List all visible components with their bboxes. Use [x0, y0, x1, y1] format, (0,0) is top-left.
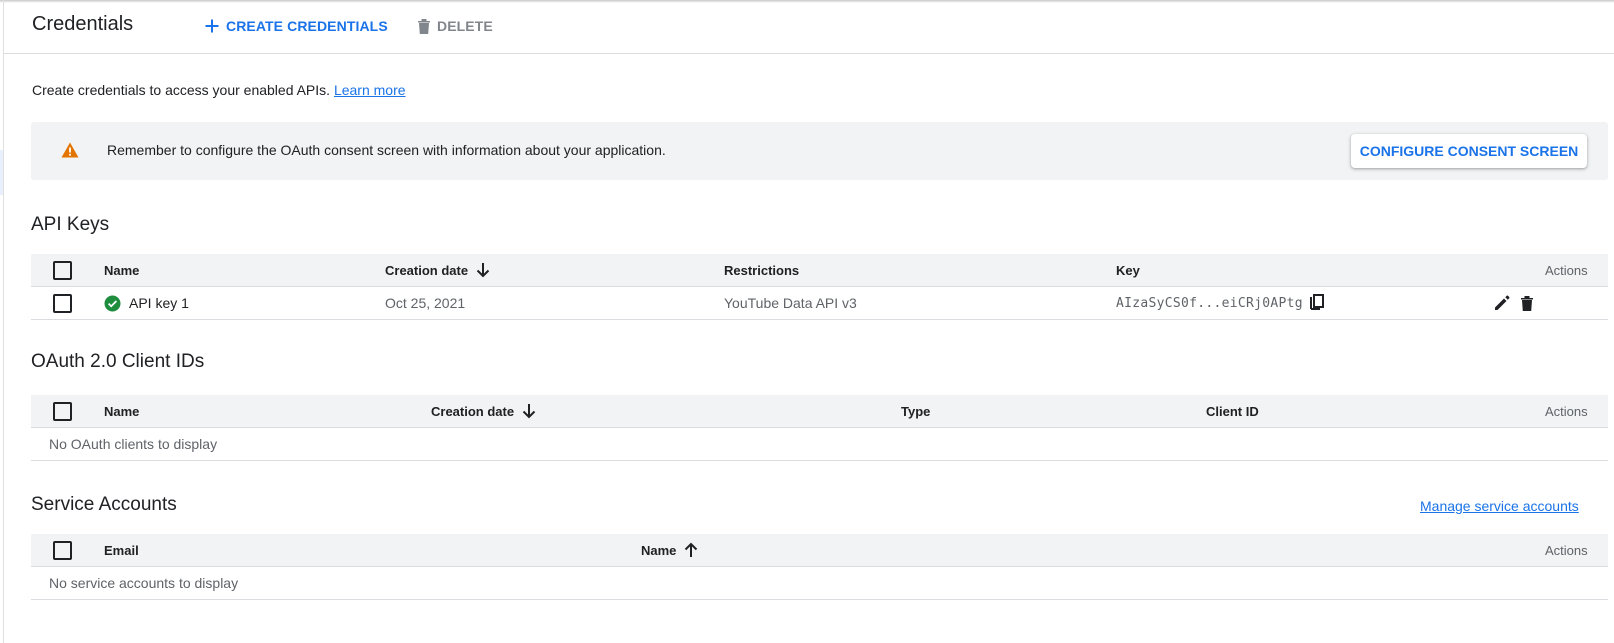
- api-key-actions: [1493, 287, 1534, 319]
- api-key-restrictions: YouTube Data API v3: [724, 295, 857, 311]
- col-name[interactable]: Name: [104, 395, 139, 427]
- service-accounts-header-row: Email Name Actions: [31, 534, 1608, 567]
- check-circle-icon: [104, 295, 121, 311]
- row-checkbox[interactable]: [53, 293, 72, 313]
- manage-service-accounts-link[interactable]: Manage service accounts: [1420, 498, 1579, 514]
- service-select-all-checkbox[interactable]: [53, 540, 72, 560]
- service-accounts-title: Service Accounts: [31, 494, 177, 515]
- trash-icon: [1521, 295, 1533, 311]
- consent-banner: Remember to configure the OAuth consent …: [31, 122, 1608, 180]
- col-key[interactable]: Key: [1116, 254, 1140, 286]
- learn-more-link[interactable]: Learn more: [334, 82, 406, 98]
- left-divider: [3, 0, 4, 643]
- copy-icon: [1309, 294, 1324, 310]
- edit-button[interactable]: [1493, 294, 1511, 312]
- delete-button[interactable]: DELETE: [417, 16, 493, 36]
- col-creation-date-label: Creation date: [385, 262, 469, 278]
- col-creation-date[interactable]: Creation date: [431, 395, 536, 427]
- api-keys-title: API Keys: [31, 214, 110, 235]
- col-name[interactable]: Name: [104, 254, 139, 286]
- oauth-empty-row: No OAuth clients to display: [31, 428, 1608, 461]
- oauth-header-row: Name Creation date Type Client ID Action…: [31, 395, 1608, 428]
- delete-row-button[interactable]: [1520, 295, 1534, 312]
- api-keys-header-row: Name Creation date Restrictions Key Acti…: [31, 254, 1608, 287]
- col-name[interactable]: Name: [641, 534, 698, 566]
- add-icon: [205, 19, 219, 33]
- delete-icon: [418, 18, 430, 34]
- api-key-name-link[interactable]: API key 1: [129, 295, 189, 311]
- oauth-select-all-checkbox[interactable]: [53, 401, 72, 421]
- arrow-down-icon: [476, 263, 490, 278]
- row-select-cell: [53, 287, 72, 319]
- service-accounts-empty-message: No service accounts to display: [49, 575, 239, 591]
- col-creation-date[interactable]: Creation date: [385, 254, 490, 286]
- configure-consent-screen-button[interactable]: CONFIGURE CONSENT SCREEN: [1351, 134, 1587, 168]
- api-key-name-cell: API key 1: [104, 287, 189, 319]
- left-edge-marker: [0, 150, 3, 195]
- page-header: Credentials CREATE CREDENTIALS DELETE: [4, 0, 1614, 54]
- col-restrictions[interactable]: Restrictions: [724, 254, 799, 286]
- create-credentials-button[interactable]: CREATE CREDENTIALS: [204, 16, 388, 36]
- api-key-value: AIzaSyCS0f...eiCRj0APtg: [1116, 295, 1303, 311]
- intro-message: Create credentials to access your enable…: [32, 82, 331, 98]
- api-key-value-cell: AIzaSyCS0f...eiCRj0APtg: [1116, 287, 1325, 319]
- col-actions: Actions: [1545, 542, 1588, 558]
- col-client-id[interactable]: Client ID: [1206, 395, 1259, 427]
- intro-text: Create credentials to access your enable…: [32, 82, 406, 98]
- api-keys-select-all-cell: [53, 254, 72, 286]
- api-keys-select-all-checkbox[interactable]: [53, 260, 72, 280]
- col-creation-date-label: Creation date: [431, 403, 515, 419]
- oauth-title: OAuth 2.0 Client IDs: [31, 351, 205, 372]
- banner-message: Remember to configure the OAuth consent …: [107, 142, 666, 158]
- delete-label: DELETE: [437, 18, 493, 34]
- arrow-down-icon: [522, 404, 536, 419]
- edit-icon: [1495, 295, 1510, 310]
- col-type[interactable]: Type: [901, 395, 930, 427]
- col-name-label: Name: [641, 542, 677, 558]
- col-email[interactable]: Email: [104, 534, 139, 566]
- api-key-creation-date: Oct 25, 2021: [385, 295, 466, 311]
- warning-icon: [61, 142, 79, 158]
- copy-key-button[interactable]: [1309, 294, 1325, 312]
- oauth-select-all-cell: [53, 395, 72, 427]
- service-accounts-empty-row: No service accounts to display: [31, 567, 1608, 600]
- page-title: Credentials: [32, 13, 134, 35]
- col-actions: Actions: [1545, 403, 1588, 419]
- create-credentials-label: CREATE CREDENTIALS: [226, 18, 388, 34]
- col-actions: Actions: [1545, 262, 1588, 278]
- oauth-empty-message: No OAuth clients to display: [49, 436, 218, 452]
- arrow-up-icon: [685, 542, 698, 557]
- table-row[interactable]: API key 1 Oct 25, 2021 YouTube Data API …: [31, 287, 1608, 320]
- service-select-all-cell: [53, 534, 72, 566]
